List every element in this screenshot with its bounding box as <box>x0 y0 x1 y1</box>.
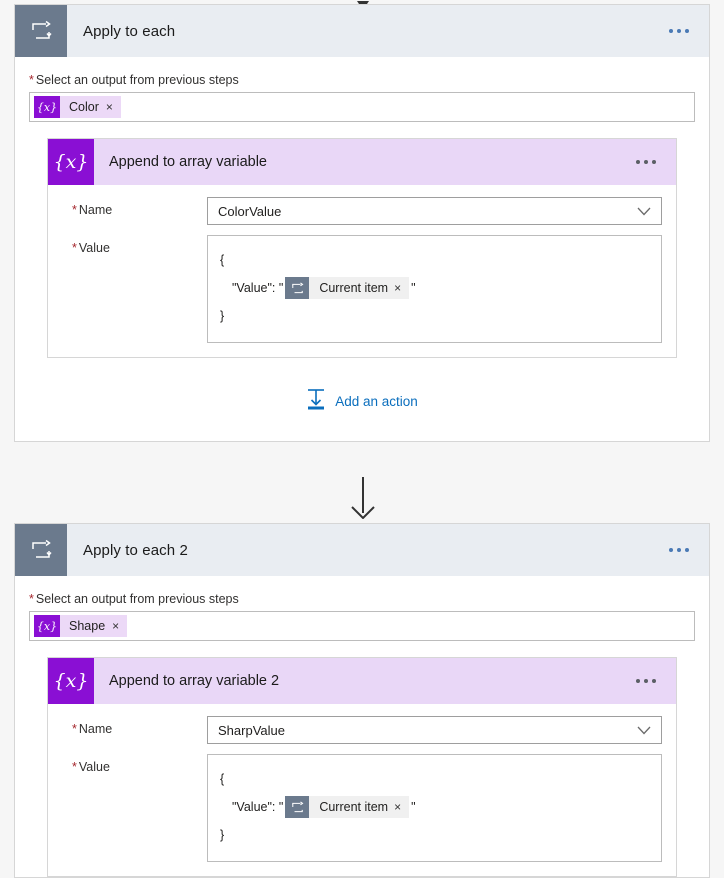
value-field-label: * Value <box>72 760 110 774</box>
action-header[interactable]: {x} Append to array variable 2 <box>48 658 676 704</box>
loop-icon <box>15 5 67 57</box>
scope-header[interactable]: Apply to each 2 <box>15 524 709 576</box>
name-select[interactable]: ColorValue <box>207 197 662 225</box>
token-chip[interactable]: {x} Color × <box>34 96 121 118</box>
field-row-value: * Value { "Value": " Current item × "} <box>62 754 662 862</box>
scope-body: * Select an output from previous steps {x… <box>15 576 709 877</box>
field-row-name: * Name ColorValue <box>62 197 662 225</box>
required-asterisk: * <box>29 73 34 87</box>
name-field-label: * Name <box>72 203 113 217</box>
scope-card-apply-to-each[interactable]: Apply to each * Select an output from pre… <box>14 4 710 442</box>
current-item-label: Current item <box>319 799 389 814</box>
scope-title: Apply to each <box>83 22 176 40</box>
more-options-icon[interactable] <box>636 679 656 683</box>
current-item-remove-icon[interactable]: × <box>394 282 409 294</box>
insert-action-icon <box>306 388 326 415</box>
field-row-value: * Value { "Value": " Current item × "} <box>62 235 662 343</box>
variable-icon: {x} <box>34 615 60 637</box>
scope-title: Apply to each 2 <box>83 541 188 559</box>
loop-icon <box>285 277 310 299</box>
variable-icon: {x} <box>34 96 60 118</box>
required-asterisk: * <box>72 241 77 255</box>
more-options-icon[interactable] <box>636 160 656 164</box>
code-key: "Value": " <box>232 799 284 814</box>
more-options-icon[interactable] <box>669 29 689 33</box>
token-chip[interactable]: {x} Shape × <box>34 615 128 637</box>
select-output-input[interactable]: {x} Shape × <box>29 611 695 641</box>
field-row-name: * Name SharpValue <box>62 716 662 744</box>
loop-icon <box>285 796 310 818</box>
scope-card-apply-to-each-2[interactable]: Apply to each 2 * Select an output from p… <box>14 523 710 878</box>
code-line-open: { <box>220 252 225 267</box>
current-item-token[interactable]: Current item × <box>285 796 410 818</box>
action-title: Append to array variable 2 <box>109 673 280 689</box>
name-select[interactable]: SharpValue <box>207 716 662 744</box>
action-card-append-to-array-variable[interactable]: {x} Append to array variable * Name Color… <box>47 138 677 358</box>
connector-arrowhead <box>351 505 375 519</box>
add-an-action-label: Add an action <box>335 394 418 409</box>
more-options-icon[interactable] <box>669 548 689 552</box>
variable-icon: {x} <box>48 658 94 704</box>
current-item-token[interactable]: Current item × <box>285 277 410 299</box>
add-an-action-button[interactable]: Add an action <box>29 388 695 441</box>
code-line-close: } <box>220 827 225 842</box>
token-remove-icon[interactable]: × <box>112 619 127 633</box>
value-field-label: * Value <box>72 241 110 255</box>
output-field-label: * Select an output from previous steps <box>29 592 239 606</box>
name-select-value: SharpValue <box>218 722 285 738</box>
code-close-quote: " <box>411 280 416 295</box>
variable-icon: {x} <box>48 139 94 185</box>
required-asterisk: * <box>72 722 77 736</box>
chevron-down-icon[interactable] <box>637 207 651 216</box>
token-label: Shape <box>69 619 106 633</box>
current-item-remove-icon[interactable]: × <box>394 801 409 813</box>
code-line-value: "Value": " Current item × " <box>220 274 649 302</box>
code-close-quote: " <box>411 799 416 814</box>
required-asterisk: * <box>72 760 77 774</box>
action-card-append-to-array-variable-2[interactable]: {x} Append to array variable 2 * Name Sha… <box>47 657 677 877</box>
code-line-close: } <box>220 308 225 323</box>
value-code-editor[interactable]: { "Value": " Current item × "} <box>207 235 662 343</box>
code-key: "Value": " <box>232 280 284 295</box>
select-output-input[interactable]: {x} Color × <box>29 92 695 122</box>
scope-header[interactable]: Apply to each <box>15 5 709 57</box>
action-body: * Name SharpValue * Value {"Value": " C… <box>48 704 676 876</box>
token-label: Color <box>69 100 99 114</box>
action-title: Append to array variable <box>109 154 267 170</box>
name-field-label: * Name <box>72 722 113 736</box>
action-header[interactable]: {x} Append to array variable <box>48 139 676 185</box>
code-line-value: "Value": " Current item × " <box>220 793 649 821</box>
value-code-editor[interactable]: { "Value": " Current item × "} <box>207 754 662 862</box>
name-select-value: ColorValue <box>218 203 282 219</box>
token-remove-icon[interactable]: × <box>106 100 121 114</box>
loop-icon <box>15 524 67 576</box>
scope-body: * Select an output from previous steps {x… <box>15 57 709 441</box>
output-field-label: * Select an output from previous steps <box>29 73 239 87</box>
chevron-down-icon[interactable] <box>637 726 651 735</box>
code-line-open: { <box>220 771 225 786</box>
required-asterisk: * <box>29 592 34 606</box>
current-item-label: Current item <box>319 280 389 295</box>
action-body: * Name ColorValue * Value {"Value": " C… <box>48 185 676 357</box>
required-asterisk: * <box>72 203 77 217</box>
